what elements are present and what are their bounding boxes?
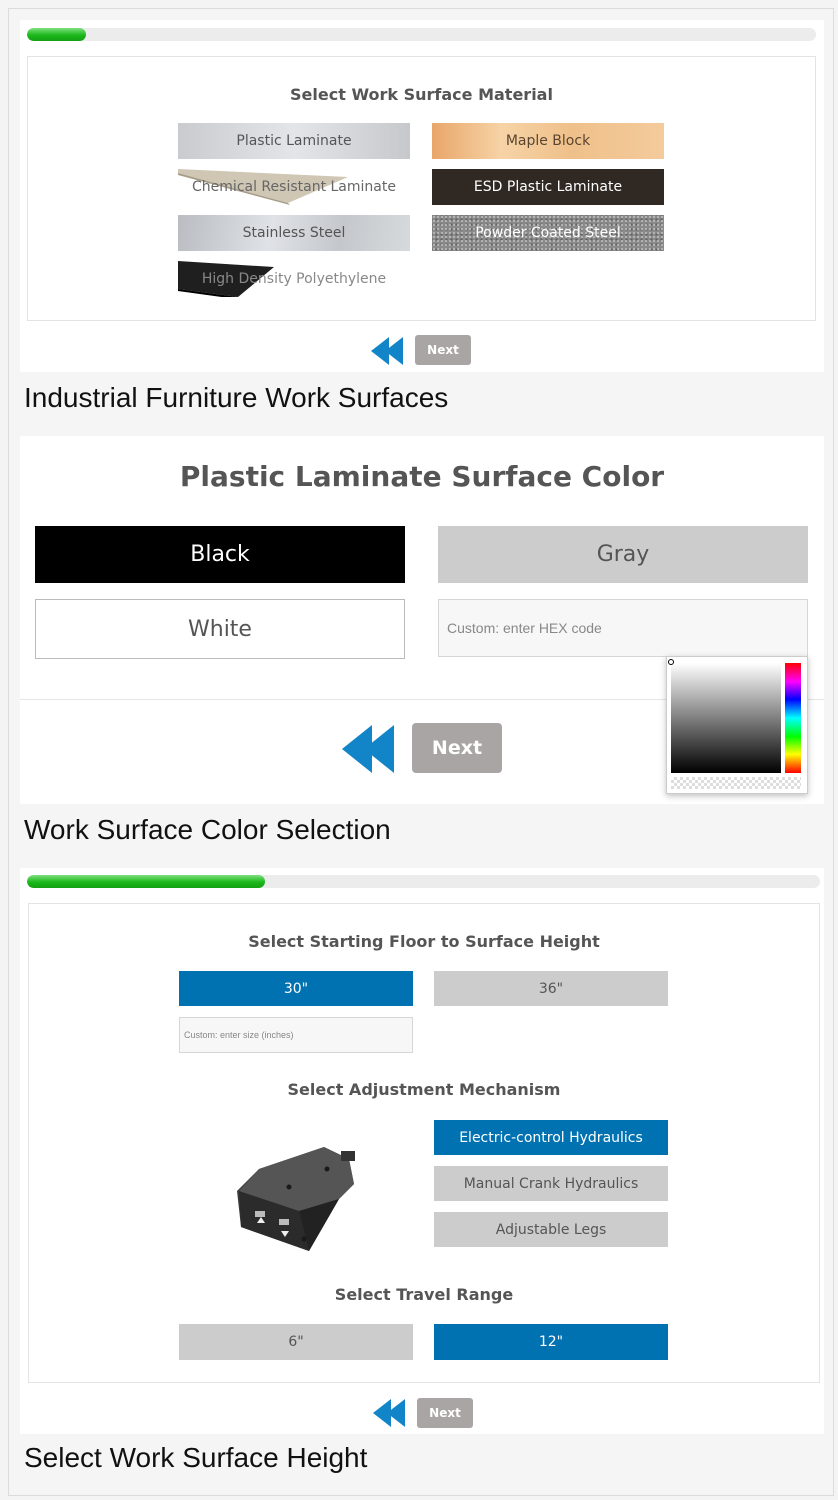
next-button[interactable]: Next [417,1398,473,1428]
material-label: Powder Coated Steel [475,225,621,241]
hue-slider[interactable] [785,663,801,773]
height-option-30[interactable]: 30" [179,971,413,1006]
progress-bar [27,875,820,888]
progress-fill [27,28,87,41]
option-label: Adjustable Legs [495,1221,607,1238]
next-button[interactable]: Next [412,723,502,773]
height-box: Select Starting Floor to Surface Height … [28,903,820,1383]
next-label: Next [431,737,483,759]
progress-bar [27,28,816,41]
caption-color-selection: Work Surface Color Selection [24,814,391,845]
material-label: Plastic Laminate [236,133,352,149]
next-label: Next [429,1406,461,1420]
material-label: Maple Block [505,133,591,149]
material-maple-block[interactable]: Maple Block [432,123,664,159]
mechanism-heading: Select Adjustment Mechanism [287,1080,561,1099]
travel-option-12[interactable]: 12" [434,1324,668,1360]
color-black-button[interactable]: Black [35,526,405,583]
color-label: Black [190,542,250,567]
mechanism-adjustable-legs[interactable]: Adjustable Legs [434,1212,668,1247]
caption-work-surface-height: Select Work Surface Height [24,1442,368,1473]
double-arrow-left-icon[interactable] [371,337,405,365]
custom-size-input[interactable] [179,1017,413,1053]
option-label: 30" [283,980,309,997]
material-heading: Select Work Surface Material [290,85,553,104]
material-plastic-laminate[interactable]: Plastic Laminate [178,123,410,159]
height-panel: Select Starting Floor to Surface Height … [20,868,824,1434]
mechanism-manual-crank-hydraulics[interactable]: Manual Crank Hydraulics [434,1166,668,1201]
color-gray-button[interactable]: Gray [438,526,808,583]
color-white-button[interactable]: White [35,599,405,659]
travel-heading: Select Travel Range [334,1285,514,1304]
color-heading: Plastic Laminate Surface Color [179,460,665,493]
material-label: ESD Plastic Laminate [473,179,623,195]
material-high-density-polyethylene[interactable]: High Density Polyethylene [178,261,410,297]
option-label: Electric-control Hydraulics [459,1129,643,1146]
mechanism-electric-control-hydraulics[interactable]: Electric-control Hydraulics [434,1120,668,1155]
double-arrow-left-icon[interactable] [342,725,396,773]
material-label: Stainless Steel [242,225,346,241]
option-label: 36" [538,980,564,997]
picker-handle[interactable] [668,659,674,665]
material-label: High Density Polyethylene [201,271,387,287]
height-option-36[interactable]: 36" [434,971,668,1006]
material-box: Select Work Surface Material Plastic Lam… [27,56,816,321]
next-button[interactable]: Next [415,335,471,365]
height-heading: Select Starting Floor to Surface Height [248,932,600,951]
material-esd-plastic-laminate[interactable]: ESD Plastic Laminate [432,169,664,205]
color-label: Gray [596,542,650,567]
alpha-slider[interactable] [671,777,801,789]
option-label: 12" [538,1334,564,1350]
custom-hex-input[interactable] [438,599,808,657]
caption-industrial-furniture: Industrial Furniture Work Surfaces [24,382,449,413]
material-stainless-steel[interactable]: Stainless Steel [178,215,410,251]
material-label: Chemical Resistant Laminate [192,179,396,195]
material-powder-coated-steel[interactable]: Powder Coated Steel [432,215,664,251]
material-chemical-resistant-laminate[interactable]: Chemical Resistant Laminate [178,169,410,205]
progress-fill [27,875,265,888]
option-label: Manual Crank Hydraulics [463,1175,639,1192]
travel-option-6[interactable]: 6" [179,1324,413,1360]
color-label: White [188,616,252,642]
color-panel: Plastic Laminate Surface Color Black Gra… [20,436,824,804]
option-label: 6" [288,1334,304,1350]
hydraulic-controller-image [237,1147,355,1251]
material-panel: Select Work Surface Material Plastic Lam… [20,20,824,372]
saturation-gradient[interactable] [671,663,781,773]
double-arrow-left-icon[interactable] [373,1399,407,1427]
color-picker-popup[interactable] [666,656,808,794]
next-label: Next [427,343,459,357]
